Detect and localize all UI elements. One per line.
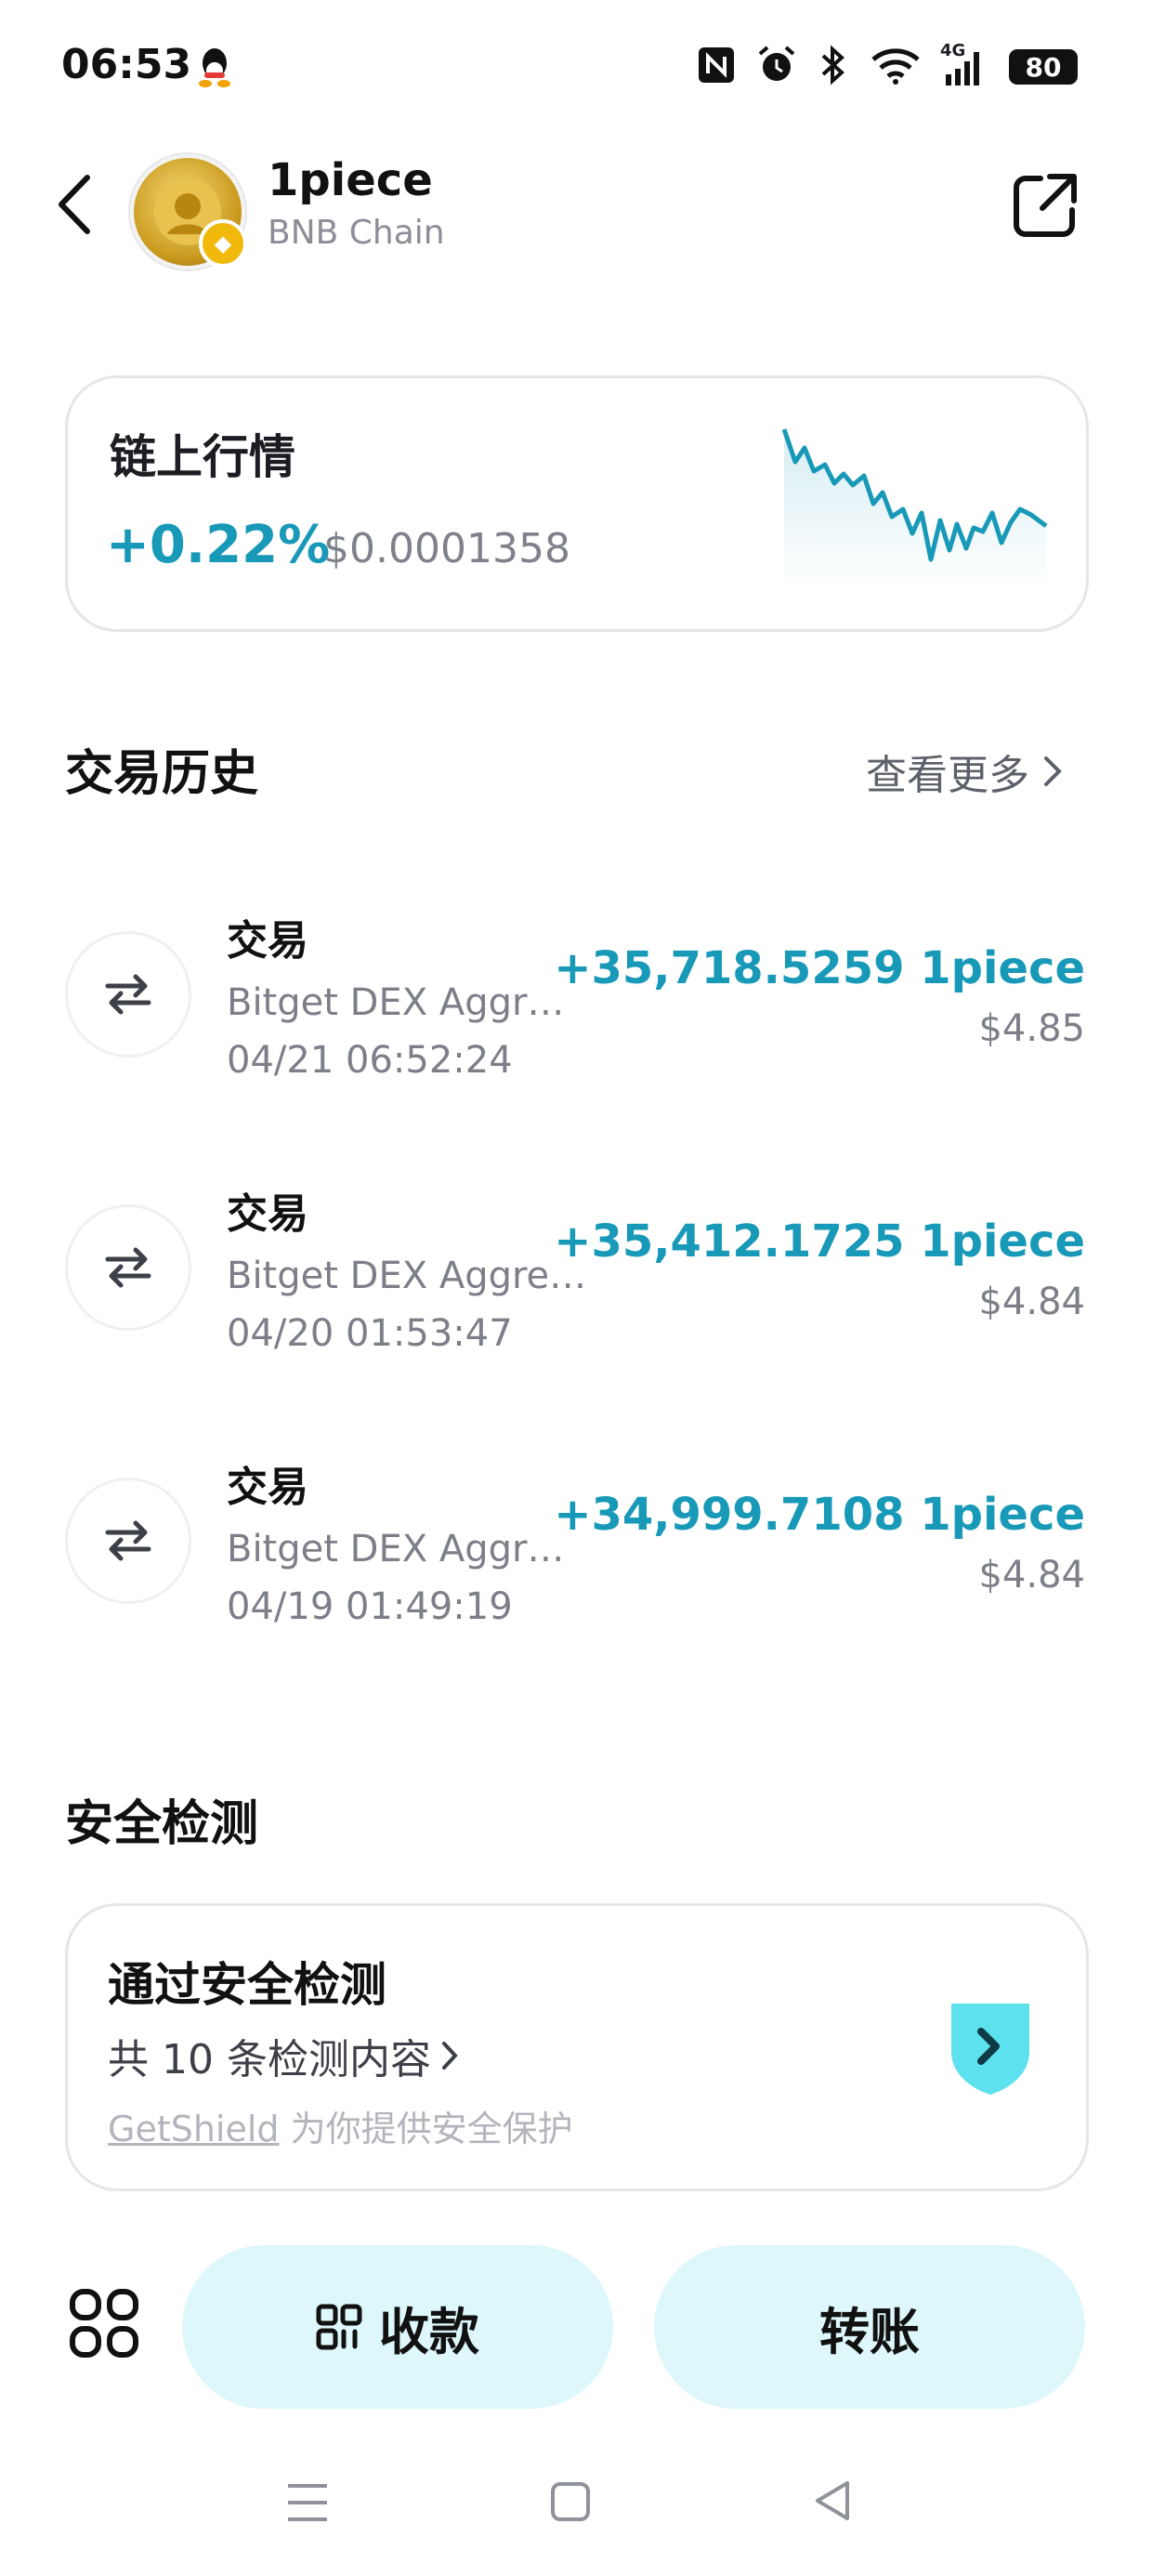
security-section-title: 安全检测	[65, 1796, 259, 1852]
network-type: 4G	[940, 41, 966, 60]
qq-notification-icon	[197, 46, 232, 91]
transfer-button[interactable]: 转账	[654, 2245, 1085, 2409]
tx-time: 04/20 01:53:47	[227, 1312, 513, 1355]
getshield-link[interactable]: GetShield	[108, 2109, 280, 2149]
tx-time: 04/21 06:52:24	[227, 1039, 513, 1082]
transfer-label: 转账	[819, 2302, 920, 2361]
nav-menu-icon[interactable]	[286, 2483, 329, 2526]
alarm-icon	[756, 45, 797, 89]
transaction-row[interactable]: 交易 Bitget DEX Aggr… 04/21 06:52:24 +35,7…	[65, 892, 1087, 1097]
back-button[interactable]	[54, 172, 95, 241]
token-price: $0.0001358	[323, 525, 570, 572]
apps-grid-icon[interactable]	[69, 2288, 139, 2362]
battery-indicator: 80	[1009, 49, 1078, 85]
price-sparkline	[777, 420, 1055, 587]
view-more-label: 查看更多	[866, 752, 1029, 799]
swap-icon	[65, 1478, 191, 1604]
token-name: 1piece	[268, 154, 433, 206]
security-provider: GetShield 为你提供安全保护	[108, 2100, 573, 2151]
receive-label: 收款	[379, 2302, 479, 2361]
tx-type: 交易	[227, 1190, 308, 1238]
qr-code-icon	[316, 2304, 362, 2350]
tx-source: Bitget DEX Aggr…	[227, 981, 565, 1024]
tx-usd-value: $4.85	[978, 1007, 1085, 1050]
tx-amount: +35,718.5259 1piece	[554, 942, 1085, 994]
receive-button[interactable]: 收款	[182, 2245, 613, 2409]
security-count-text: 共 10 条检测内容	[108, 2036, 431, 2083]
tx-usd-value: $4.84	[978, 1554, 1085, 1597]
price-change: +0.22%	[106, 515, 331, 575]
view-more-link[interactable]: 查看更多	[866, 742, 1063, 801]
tx-usd-value: $4.84	[978, 1281, 1085, 1323]
chain-name: BNB Chain	[268, 214, 445, 252]
security-check-count[interactable]: 共 10 条检测内容	[108, 2026, 459, 2085]
transaction-row[interactable]: 交易 Bitget DEX Aggre… 04/20 01:53:47 +35,…	[65, 1165, 1087, 1370]
tx-source: Bitget DEX Aggr…	[227, 1528, 565, 1571]
bnb-chain-icon: ◆	[199, 219, 247, 268]
tx-type: 交易	[227, 917, 308, 965]
transaction-row[interactable]: 交易 Bitget DEX Aggr… 04/19 01:49:19 +34,9…	[65, 1439, 1087, 1643]
chevron-right-icon	[441, 2042, 458, 2070]
status-time: 06:53	[61, 41, 192, 88]
swap-icon	[65, 931, 191, 1058]
market-title: 链上行情	[110, 430, 295, 484]
tx-amount: +35,412.1725 1piece	[554, 1216, 1085, 1268]
tx-time: 04/19 01:49:19	[227, 1585, 513, 1628]
nfc-icon	[697, 46, 736, 88]
wifi-icon	[870, 45, 922, 89]
tx-source: Bitget DEX Aggre…	[227, 1255, 587, 1297]
nav-back-icon[interactable]	[812, 2479, 851, 2526]
status-icons: 4G 80	[697, 41, 1078, 89]
history-title: 交易历史	[65, 746, 259, 802]
security-status: 通过安全检测	[108, 1958, 386, 2012]
bluetooth-icon	[818, 45, 849, 89]
chevron-right-icon	[1044, 756, 1062, 786]
signal-icon: 4G	[940, 41, 988, 87]
tx-amount: +34,999.7108 1piece	[554, 1489, 1085, 1541]
provider-suffix: 为你提供安全保护	[279, 2109, 573, 2149]
nav-home-icon[interactable]	[550, 2481, 591, 2526]
share-button[interactable]	[1009, 171, 1080, 245]
tx-type: 交易	[227, 1464, 308, 1511]
swap-icon	[65, 1204, 191, 1331]
shield-icon	[944, 1996, 1037, 2102]
